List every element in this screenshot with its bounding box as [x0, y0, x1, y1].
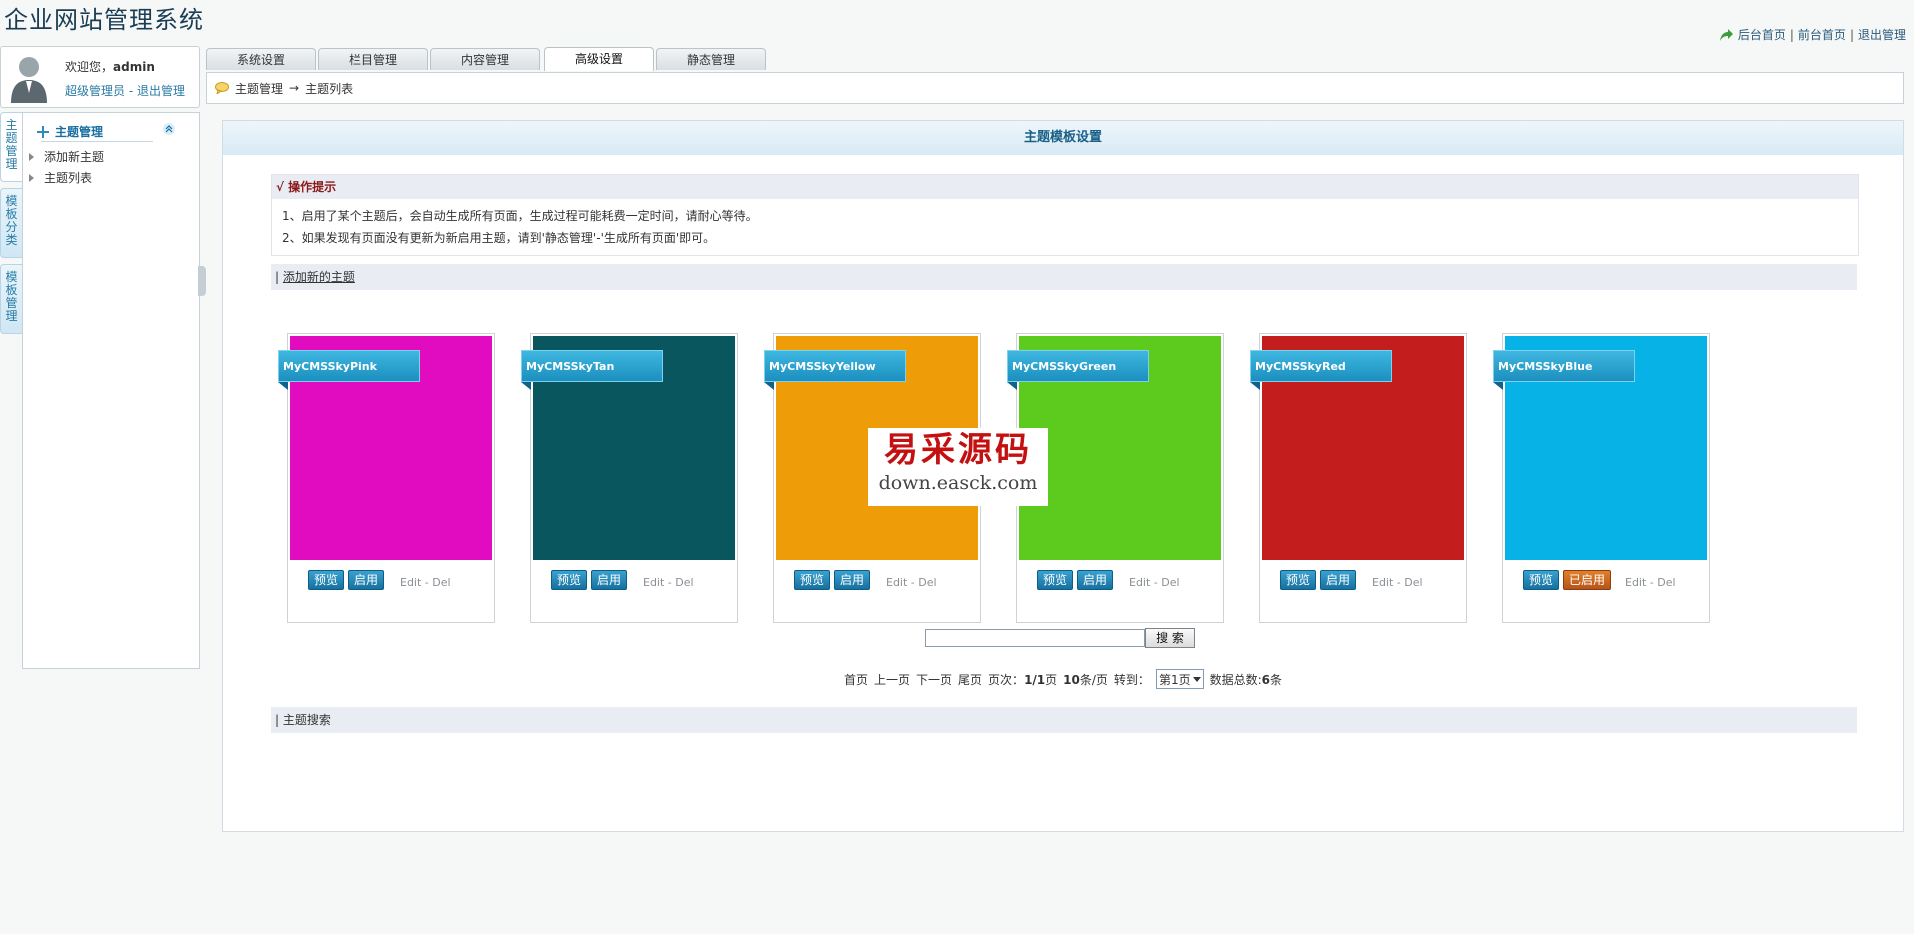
- total-count: 数据总数:6条: [1209, 672, 1282, 687]
- sidebar-item-add-theme[interactable]: 添加新主题: [29, 148, 104, 165]
- enable-button[interactable]: 启用: [1077, 570, 1114, 590]
- edit-del-links[interactable]: Edit - Del: [1372, 576, 1423, 589]
- ribbon-fold: [1250, 382, 1260, 390]
- enable-button[interactable]: 启用: [834, 570, 871, 590]
- search-input[interactable]: [925, 629, 1145, 647]
- theme-name: MyCMSSkyBlue: [1493, 350, 1635, 382]
- theme-name: MyCMSSkyYellow: [764, 350, 906, 382]
- breadcrumb: 主题管理 → 主题列表: [206, 72, 1904, 104]
- top-links: 后台首页 | 前台首页 | 退出管理: [1718, 26, 1906, 43]
- separator: |: [1789, 27, 1794, 42]
- tab-system-settings[interactable]: 系统设置: [206, 48, 316, 70]
- tab-advanced-settings[interactable]: 高级设置: [544, 47, 654, 71]
- per-page: 10条/页: [1063, 672, 1108, 687]
- preview-button[interactable]: 预览: [794, 570, 831, 590]
- page-first[interactable]: 首页: [844, 671, 868, 688]
- tip-heading: √ 操作提示: [272, 175, 1858, 199]
- main-panel: 主题模板设置 √ 操作提示 1、启用了某个主题后，会自动生成所有页面，生成过程可…: [222, 120, 1904, 832]
- theme-name: MyCMSSkyTan: [521, 350, 663, 382]
- tab-content-manage[interactable]: 内容管理: [430, 48, 540, 70]
- vtab-theme-manage[interactable]: 主题管理: [0, 112, 22, 182]
- user-logout-link[interactable]: 退出管理: [137, 84, 185, 98]
- admin-home-link[interactable]: 后台首页: [1738, 26, 1786, 43]
- plus-icon: [37, 125, 49, 138]
- tab-static-manage[interactable]: 静态管理: [656, 48, 766, 70]
- sidebar-heading[interactable]: 主题管理: [37, 123, 103, 140]
- page-title: 主题模板设置: [223, 121, 1903, 155]
- theme-name: MyCMSSkyPink: [278, 350, 420, 382]
- watermark-en: down.easck.com: [878, 472, 1038, 494]
- preview-button[interactable]: 预览: [1037, 570, 1074, 590]
- theme-name: MyCMSSkyGreen: [1007, 350, 1149, 382]
- watermark-cn: 易采源码: [884, 430, 1032, 470]
- preview-button[interactable]: 预览: [1523, 570, 1560, 590]
- tip-box: √ 操作提示 1、启用了某个主题后，会自动生成所有页面，生成过程可能耗费一定时间…: [271, 174, 1859, 256]
- search-bar: | 主题搜索: [271, 707, 1857, 733]
- theme-card: MyCMSSkyBlue 预览 已启用 Edit - Del: [1493, 333, 1710, 623]
- breadcrumb-first[interactable]: 主题管理: [235, 80, 283, 97]
- site-title: 企业网站管理系统: [4, 6, 204, 34]
- ribbon-fold: [521, 382, 531, 390]
- share-arrow-icon: [1719, 28, 1733, 41]
- sidebar-menu: 主题管理 添加新主题 主题列表: [22, 112, 200, 669]
- pagination: 首页 上一页 下一页 尾页 页次：1/1页 10条/页 转到： 第1页 数据总数…: [223, 669, 1903, 689]
- search-button[interactable]: 搜 索: [1145, 628, 1195, 648]
- role-line: 超级管理员 - 退出管理: [65, 84, 186, 98]
- vtab-template-category[interactable]: 模板分类: [0, 188, 22, 258]
- chevron-down-icon: [1192, 676, 1201, 682]
- tab-column-manage[interactable]: 栏目管理: [318, 48, 428, 70]
- separator: |: [1849, 27, 1854, 42]
- sidebar-item-theme-list[interactable]: 主题列表: [29, 169, 92, 186]
- triangle-right-icon: [29, 173, 34, 182]
- preview-button[interactable]: 预览: [1280, 570, 1317, 590]
- edit-del-links[interactable]: Edit - Del: [643, 576, 694, 589]
- breadcrumb-current: 主题列表: [305, 81, 354, 96]
- edit-del-links[interactable]: Edit - Del: [1129, 576, 1180, 589]
- collapse-up-icon[interactable]: [163, 123, 175, 135]
- enable-button[interactable]: 启用: [348, 570, 385, 590]
- theme-card: MyCMSSkyPink 预览 启用 Edit - Del: [278, 333, 495, 623]
- comment-icon: [215, 82, 229, 94]
- enable-button[interactable]: 启用: [1320, 570, 1357, 590]
- welcome-text: 欢迎您，admin: [65, 60, 155, 74]
- page-next[interactable]: 下一页: [916, 671, 952, 688]
- triangle-right-icon: [29, 152, 34, 161]
- theme-card: MyCMSSkyTan 预览 启用 Edit - Del: [521, 333, 738, 623]
- ribbon-fold: [1493, 382, 1503, 390]
- tip-line: 1、启用了某个主题后，会自动生成所有页面，生成过程可能耗费一定时间，请耐心等待。: [282, 209, 758, 223]
- collapse-handle[interactable]: [198, 266, 206, 296]
- theme-card: MyCMSSkyRed 预览 启用 Edit - Del: [1250, 333, 1467, 623]
- add-theme-link[interactable]: 添加新的主题: [283, 270, 355, 284]
- tip-line: 2、如果发现有页面没有更新为新启用主题，请到'静态管理'-'生成所有页面'即可。: [282, 231, 716, 245]
- enabled-button[interactable]: 已启用: [1563, 570, 1612, 590]
- username: admin: [113, 60, 155, 74]
- edit-del-links[interactable]: Edit - Del: [400, 576, 451, 589]
- preview-button[interactable]: 预览: [308, 570, 345, 590]
- user-panel: 欢迎您，admin 超级管理员 - 退出管理: [0, 46, 200, 108]
- watermark: 易采源码 down.easck.com: [868, 428, 1048, 506]
- divider: [41, 141, 153, 142]
- ribbon-fold: [764, 382, 774, 390]
- avatar: [11, 57, 47, 103]
- page-select[interactable]: 第1页: [1155, 669, 1204, 689]
- page-info: 页次：1/1页: [988, 672, 1058, 687]
- add-theme-bar: | 添加新的主题: [271, 264, 1857, 290]
- theme-name: MyCMSSkyRed: [1250, 350, 1392, 382]
- page-last[interactable]: 尾页: [958, 671, 982, 688]
- ribbon-fold: [1007, 382, 1017, 390]
- preview-button[interactable]: 预览: [551, 570, 588, 590]
- page-prev[interactable]: 上一页: [874, 671, 910, 688]
- edit-del-links[interactable]: Edit - Del: [886, 576, 937, 589]
- enable-button[interactable]: 启用: [591, 570, 628, 590]
- role: 超级管理员: [65, 84, 126, 98]
- edit-del-links[interactable]: Edit - Del: [1625, 576, 1676, 589]
- goto-label: 转到：: [1113, 672, 1150, 687]
- logout-link[interactable]: 退出管理: [1858, 26, 1906, 43]
- ribbon-fold: [278, 382, 288, 390]
- front-home-link[interactable]: 前台首页: [1798, 26, 1846, 43]
- vtab-template-manage[interactable]: 模板管理: [0, 264, 22, 334]
